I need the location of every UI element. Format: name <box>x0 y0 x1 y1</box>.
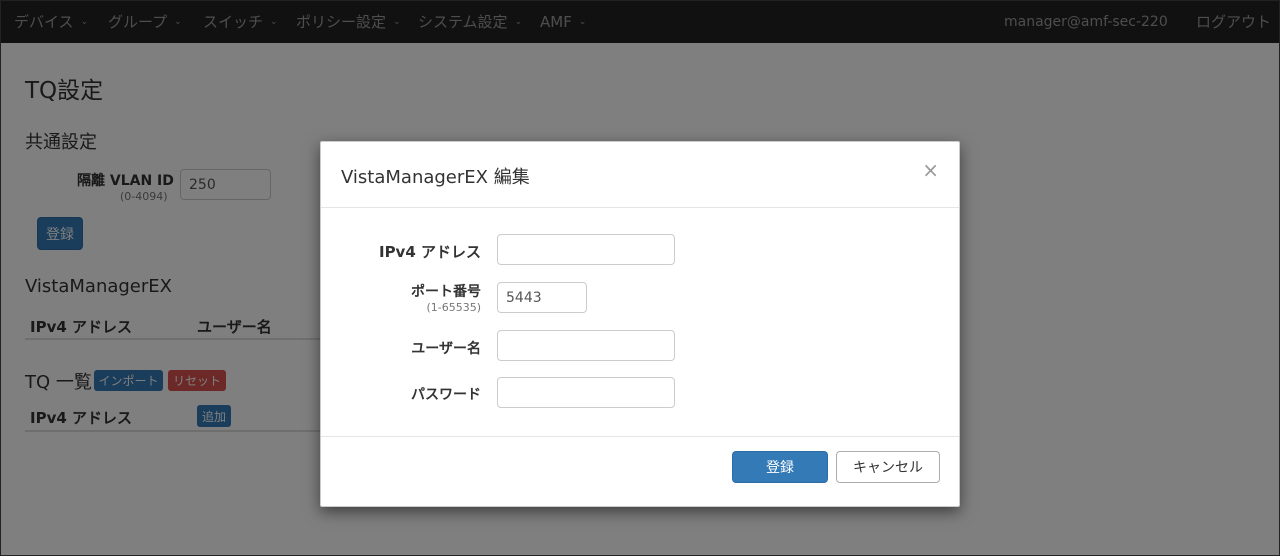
window-frame <box>0 0 1280 556</box>
